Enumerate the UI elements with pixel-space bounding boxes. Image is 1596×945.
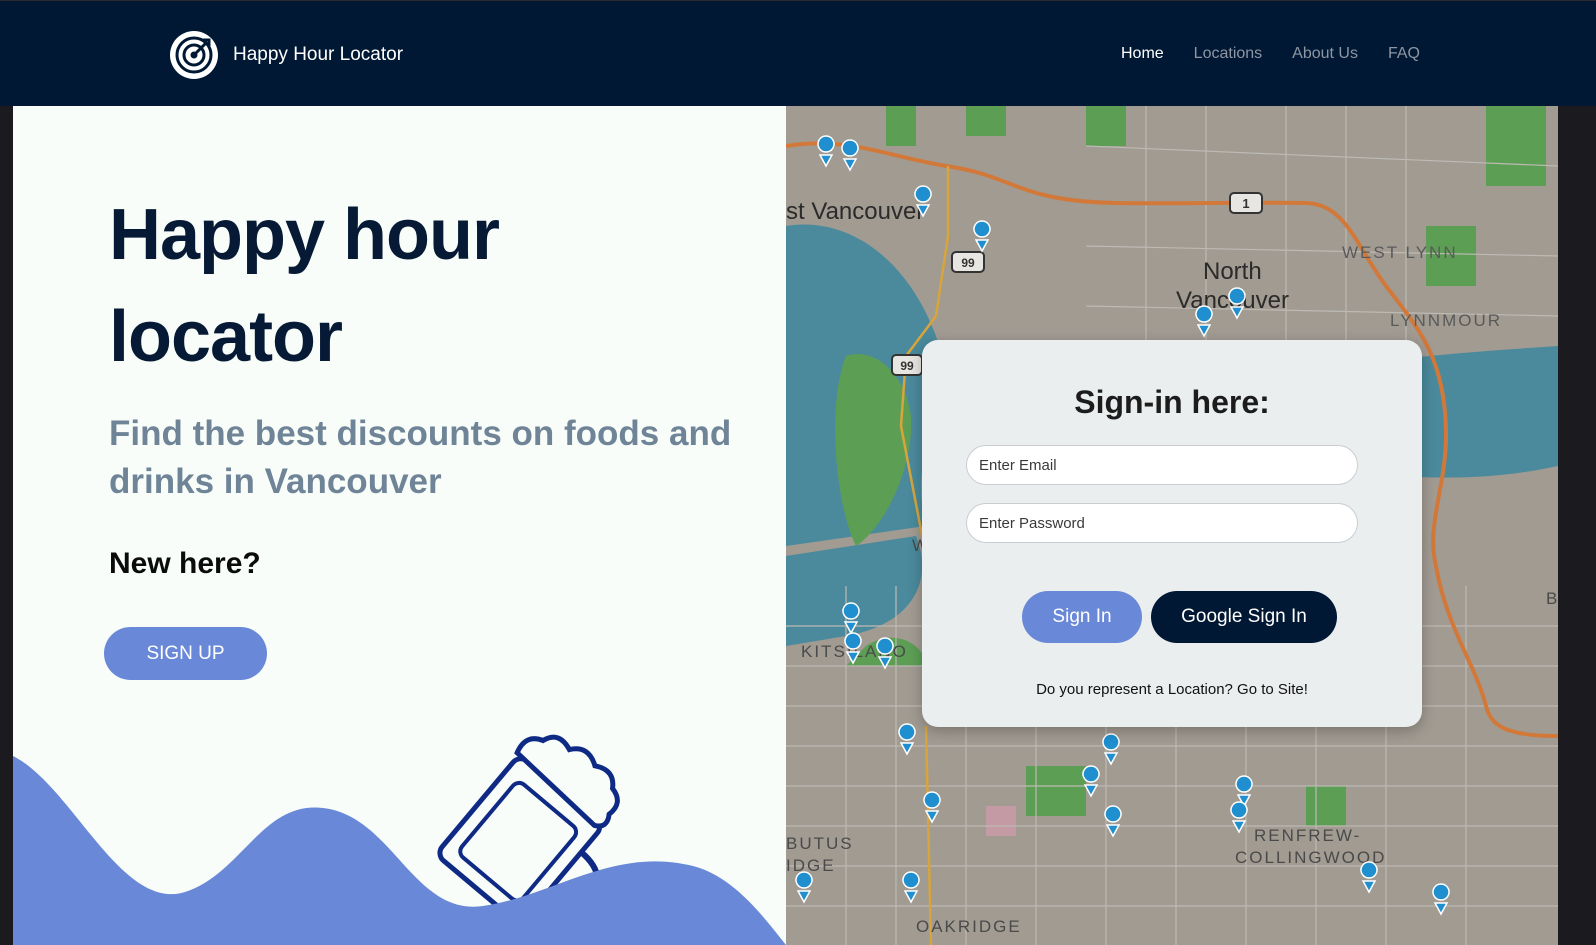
window-edge bbox=[1558, 106, 1596, 945]
nav-locations[interactable]: Locations bbox=[1194, 45, 1263, 63]
map-label-lynnmour: LYNNMOUR bbox=[1390, 311, 1502, 330]
shield-label-99-south: 99 bbox=[900, 359, 914, 373]
signin-button[interactable]: Sign In bbox=[1022, 591, 1142, 643]
password-field[interactable] bbox=[966, 503, 1358, 543]
map-label-north: North bbox=[1203, 258, 1262, 285]
map-label-ridge: IDGE bbox=[786, 856, 836, 875]
hero-title-line2: locator bbox=[109, 297, 343, 377]
hero-title: Happy hour locator bbox=[109, 184, 709, 388]
google-signin-button[interactable]: Google Sign In bbox=[1151, 591, 1337, 643]
map-label-arbutus: BUTUS bbox=[786, 834, 854, 853]
nav-about-us[interactable]: About Us bbox=[1292, 45, 1358, 63]
main-nav: Home Locations About Us FAQ bbox=[1121, 45, 1420, 63]
highway-shield-99-south-icon: 99 bbox=[891, 354, 923, 376]
wave-beer-illustration bbox=[13, 734, 786, 945]
hero-subtitle: Find the best discounts on foods and dri… bbox=[109, 414, 732, 501]
highway-shield-99-north-icon: 99 bbox=[951, 251, 985, 273]
brand[interactable]: Happy Hour Locator bbox=[169, 30, 403, 80]
map-label-oakridge: OAKRIDGE bbox=[916, 917, 1022, 936]
shield-label-99-north: 99 bbox=[961, 256, 975, 270]
new-here-heading: New here? bbox=[109, 547, 261, 580]
nav-home[interactable]: Home bbox=[1121, 45, 1164, 63]
shield-label-1: 1 bbox=[1242, 196, 1249, 211]
hero-section: Happy hour locator Find the best discoun… bbox=[13, 106, 786, 945]
map-label-west-vancouver: st Vancouver bbox=[786, 198, 924, 225]
email-field[interactable] bbox=[966, 445, 1358, 485]
signup-button[interactable]: SIGN UP bbox=[104, 627, 267, 680]
signin-card: Sign-in here: Sign In Google Sign In Do … bbox=[922, 340, 1422, 727]
nav-faq[interactable]: FAQ bbox=[1388, 45, 1420, 63]
signin-title: Sign-in here: bbox=[1074, 384, 1270, 420]
hero-title-line1: Happy hour bbox=[109, 195, 500, 275]
map-label-renfrew: RENFREW- bbox=[1254, 826, 1361, 845]
navbar: Happy Hour Locator Home Locations About … bbox=[0, 0, 1596, 106]
location-site-link[interactable]: Do you represent a Location? Go to Site! bbox=[922, 681, 1422, 698]
highway-shield-1-icon: 1 bbox=[1229, 192, 1263, 214]
map-label-b: B bbox=[1546, 589, 1557, 608]
target-logo-icon bbox=[170, 31, 218, 79]
map-label-west-lynn: WEST LYNN bbox=[1342, 243, 1458, 262]
brand-title: Happy Hour Locator bbox=[233, 44, 404, 65]
